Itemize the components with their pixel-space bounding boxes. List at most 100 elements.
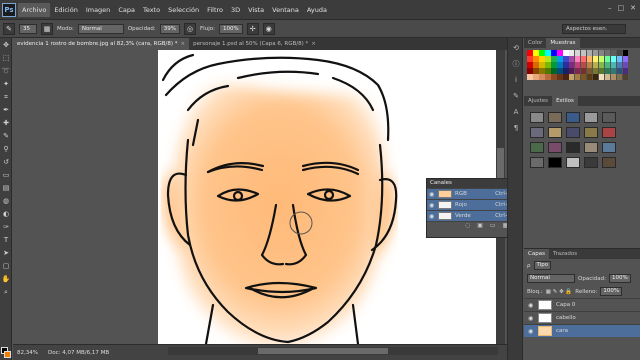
style-preset[interactable] bbox=[584, 126, 598, 138]
color-swatch[interactable] bbox=[527, 67, 533, 74]
color-swatch[interactable] bbox=[592, 55, 599, 62]
color-swatch[interactable] bbox=[562, 73, 569, 80]
close-tab-icon[interactable]: × bbox=[180, 41, 185, 47]
menu-imagen[interactable]: Imagen bbox=[82, 3, 114, 17]
color-swatch[interactable] bbox=[532, 55, 539, 62]
horizontal-scroll-thumb[interactable] bbox=[258, 348, 388, 354]
layer-opacity-input[interactable]: 100% bbox=[608, 274, 631, 283]
color-swatch[interactable] bbox=[568, 55, 575, 62]
shape-tool-icon[interactable]: ▢ bbox=[1, 261, 11, 271]
color-swatch[interactable] bbox=[580, 50, 587, 56]
channel-row-rojo[interactable]: ◉ Rojo Ctrl+3 bbox=[427, 199, 517, 210]
new-channel-icon[interactable]: ▭ bbox=[490, 222, 496, 229]
color-swatch[interactable] bbox=[598, 73, 605, 80]
brush-presets-icon[interactable]: ✎ bbox=[510, 90, 522, 102]
color-swatch[interactable] bbox=[610, 67, 617, 74]
blur-tool-icon[interactable]: ◍ bbox=[1, 196, 11, 206]
color-swatch[interactable] bbox=[574, 67, 581, 74]
pen-tool-icon[interactable]: ✑ bbox=[1, 222, 11, 232]
menu-ventana[interactable]: Ventana bbox=[268, 3, 303, 17]
info-panel-icon[interactable]: i bbox=[510, 74, 522, 86]
tab-muestras[interactable]: Muestras bbox=[546, 38, 580, 48]
type-tool-icon[interactable]: T bbox=[1, 235, 11, 245]
color-swatch[interactable] bbox=[598, 50, 605, 56]
load-selection-icon[interactable]: ◌ bbox=[465, 222, 470, 229]
color-swatch[interactable] bbox=[616, 67, 623, 74]
properties-panel-icon[interactable]: ⓘ bbox=[510, 58, 522, 70]
eye-icon[interactable]: ◉ bbox=[429, 213, 435, 220]
mode-select[interactable]: Normal bbox=[77, 23, 124, 34]
color-swatch[interactable] bbox=[527, 73, 533, 80]
color-swatch[interactable] bbox=[550, 61, 557, 68]
color-swatch[interactable] bbox=[574, 50, 581, 56]
clone-stamp-tool-icon[interactable]: ⚲ bbox=[1, 144, 11, 154]
healing-tool-icon[interactable]: ✚ bbox=[1, 118, 11, 128]
eye-icon[interactable]: ◉ bbox=[528, 315, 534, 322]
tab-trazados[interactable]: Trazados bbox=[549, 249, 581, 259]
color-swatch[interactable] bbox=[532, 61, 539, 68]
color-swatch[interactable] bbox=[532, 50, 539, 56]
color-swatch[interactable] bbox=[610, 61, 617, 68]
pressure-size-icon[interactable]: ◉ bbox=[262, 22, 275, 35]
eye-icon[interactable]: ◉ bbox=[429, 202, 435, 209]
tab-document-1[interactable]: evidencia 1 rostro de bombre.jpg al 82,3… bbox=[13, 38, 190, 50]
style-preset[interactable] bbox=[530, 156, 544, 168]
color-swatch[interactable] bbox=[568, 61, 575, 68]
history-brush-tool-icon[interactable]: ↺ bbox=[1, 157, 11, 167]
color-swatch[interactable] bbox=[568, 67, 575, 74]
style-preset[interactable] bbox=[530, 126, 544, 138]
color-swatch[interactable] bbox=[604, 61, 611, 68]
color-swatch[interactable] bbox=[622, 73, 629, 80]
move-tool-icon[interactable]: ✥ bbox=[1, 40, 11, 50]
color-swatch[interactable] bbox=[550, 67, 557, 74]
channels-panel-title[interactable]: Canales bbox=[427, 179, 517, 188]
color-swatch[interactable] bbox=[527, 50, 533, 56]
eraser-tool-icon[interactable]: ▭ bbox=[1, 170, 11, 180]
tab-color[interactable]: Color bbox=[524, 38, 546, 48]
color-swatch[interactable] bbox=[598, 61, 605, 68]
brush-panel-icon[interactable]: ▦ bbox=[41, 22, 53, 35]
menu-3d[interactable]: 3D bbox=[227, 3, 244, 17]
style-preset[interactable] bbox=[602, 126, 616, 138]
color-swatch[interactable] bbox=[544, 61, 551, 68]
opacity-input[interactable]: 39% bbox=[159, 23, 181, 34]
zoom-level[interactable]: 82,34% bbox=[17, 350, 38, 356]
lock-icons[interactable]: ▦ ✎ ✥ 🔒 bbox=[546, 289, 573, 295]
tab-estilos[interactable]: Estilos bbox=[552, 95, 578, 106]
minimize-icon[interactable]: – bbox=[608, 4, 612, 12]
tab-document-2[interactable]: personaje 1.psd al 50% (Capa 6, RGB/8) *… bbox=[189, 38, 320, 50]
color-swatch[interactable] bbox=[538, 61, 545, 68]
channel-row-verde[interactable]: ◉ Verde Ctrl+4 bbox=[427, 210, 517, 221]
layer-row-cara[interactable]: ◉ cara bbox=[524, 324, 640, 337]
color-swatch[interactable] bbox=[580, 61, 587, 68]
menu-ayuda[interactable]: Ayuda bbox=[303, 3, 331, 17]
color-swatch[interactable] bbox=[544, 55, 551, 62]
color-swatch[interactable] bbox=[527, 55, 533, 62]
color-swatch[interactable] bbox=[586, 50, 593, 56]
color-swatch[interactable] bbox=[556, 50, 563, 56]
color-swatch[interactable] bbox=[527, 61, 533, 68]
brush-tool-icon[interactable]: ✎ bbox=[1, 131, 11, 141]
style-preset[interactable] bbox=[548, 126, 562, 138]
color-swatch[interactable] bbox=[538, 67, 545, 74]
zoom-tool-icon[interactable]: ⌕ bbox=[1, 287, 11, 297]
character-panel-icon[interactable]: A bbox=[510, 106, 522, 118]
airbrush-icon[interactable]: ✢ bbox=[246, 22, 259, 35]
style-preset[interactable] bbox=[530, 111, 544, 123]
color-swatch[interactable] bbox=[550, 55, 557, 62]
eyedropper-tool-icon[interactable]: ✒ bbox=[1, 105, 11, 115]
color-swatch[interactable] bbox=[574, 61, 581, 68]
color-swatch[interactable] bbox=[538, 73, 545, 80]
style-preset[interactable] bbox=[584, 111, 598, 123]
color-swatch[interactable] bbox=[604, 55, 611, 62]
style-preset[interactable] bbox=[548, 111, 562, 123]
tab-capas[interactable]: Capas bbox=[524, 249, 549, 259]
style-preset[interactable] bbox=[566, 126, 580, 138]
style-preset[interactable] bbox=[548, 141, 562, 153]
color-swatch[interactable] bbox=[610, 73, 617, 80]
color-swatch[interactable] bbox=[592, 50, 599, 56]
color-swatch[interactable] bbox=[586, 61, 593, 68]
color-swatch[interactable] bbox=[562, 55, 569, 62]
color-swatch[interactable] bbox=[586, 67, 593, 74]
color-swatch[interactable] bbox=[616, 73, 623, 80]
